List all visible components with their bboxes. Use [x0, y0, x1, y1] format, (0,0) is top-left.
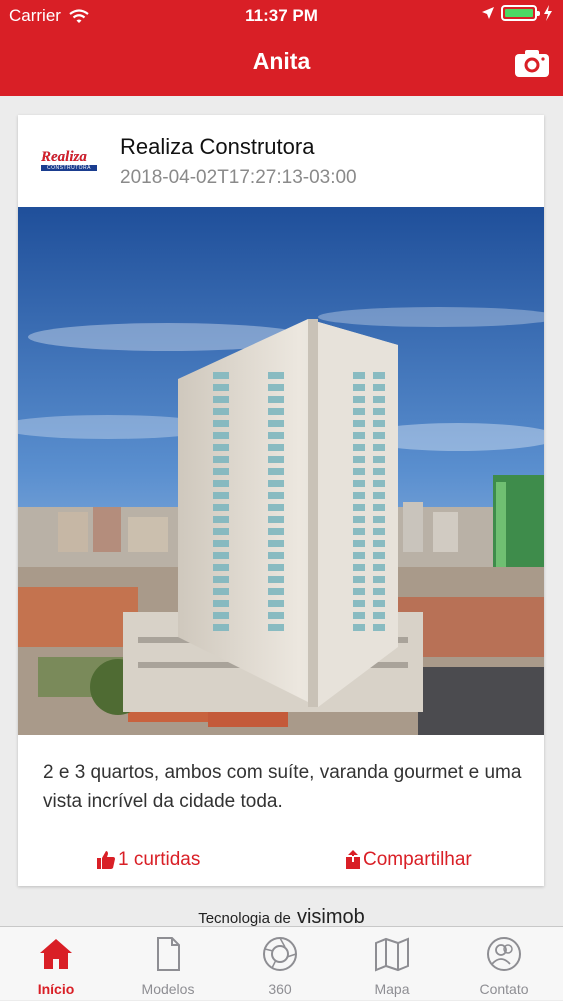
home-icon	[40, 939, 72, 969]
tab-label: Contato	[479, 981, 529, 997]
post-header: Realiza CONSTRUTORA Realiza Construtora …	[18, 115, 544, 207]
status-bar: Carrier 11:37 PM	[0, 0, 563, 32]
powered-by-brand: visimob	[296, 906, 365, 928]
post-card: Realiza CONSTRUTORA Realiza Construtora …	[18, 115, 544, 886]
building-photo	[18, 207, 544, 735]
tab-modelos[interactable]: Modelos	[112, 927, 224, 1001]
tab-label: Mapa	[374, 981, 410, 997]
logo-subtitle: CONSTRUTORA	[41, 165, 97, 171]
logo-wordmark: Realiza	[41, 149, 87, 165]
clock: 11:37 PM	[245, 6, 318, 25]
tab-label: 360	[268, 981, 292, 997]
post-actions: 1 curtidas Compartilhar	[18, 849, 544, 877]
tab-label: Início	[37, 981, 75, 997]
company-logo: Realiza CONSTRUTORA	[41, 149, 97, 171]
like-count: 1 curtidas	[118, 849, 201, 870]
contacts-icon	[487, 937, 521, 971]
location-arrow-icon	[482, 7, 494, 19]
post-date: 2018-04-02T17:27:13-03:00	[120, 167, 357, 188]
share-icon	[346, 850, 360, 869]
battery-icon	[501, 5, 540, 21]
tab-mapa[interactable]: Mapa	[336, 927, 448, 1001]
post-photo[interactable]	[18, 207, 544, 735]
page-title: Anita	[252, 48, 311, 74]
share-button[interactable]: Compartilhar	[345, 849, 472, 871]
tab-contato[interactable]: Contato	[448, 927, 560, 1001]
navigation-bar: Carrier 11:37 PM Anita	[0, 0, 563, 96]
powered-by-prefix: Tecnologia de	[198, 910, 291, 927]
tab-bar: Início Modelos 360 Mapa Contato	[0, 926, 563, 1000]
tab-label: Modelos	[141, 981, 195, 997]
tab-inicio[interactable]: Início	[0, 927, 112, 1001]
share-label: Compartilhar	[363, 849, 472, 870]
charging-icon	[544, 5, 552, 21]
post-author: Realiza Construtora	[120, 134, 315, 159]
thumbs-up-icon	[97, 851, 115, 869]
camera-lens-icon	[263, 937, 297, 971]
camera-icon	[515, 50, 549, 77]
camera-button[interactable]	[514, 48, 550, 78]
document-icon	[157, 937, 180, 971]
like-button[interactable]: 1 curtidas	[96, 849, 200, 871]
post-description: 2 e 3 quartos, ambos com suíte, varanda …	[43, 762, 522, 812]
tab-360[interactable]: 360	[224, 927, 336, 1001]
map-icon	[375, 937, 409, 972]
